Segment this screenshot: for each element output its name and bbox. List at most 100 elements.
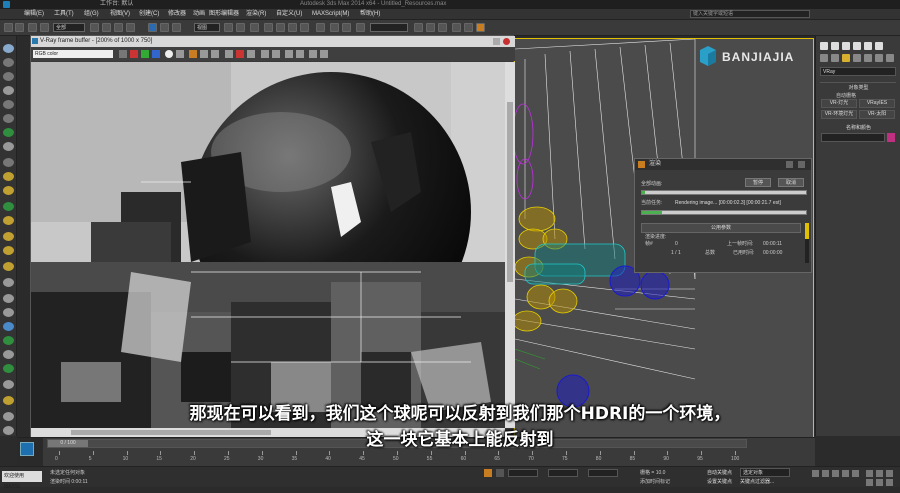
play-icon[interactable] [832, 470, 839, 477]
tool-icon[interactable] [3, 72, 14, 81]
color-correction-icon[interactable] [272, 50, 280, 58]
keyboard-shortcut-icon[interactable] [250, 23, 259, 32]
next-frame-icon[interactable] [842, 470, 849, 477]
selection-filter-select[interactable]: 全部 [53, 23, 85, 32]
curve-editor-icon[interactable] [414, 23, 423, 32]
show-pixel-info-icon[interactable] [285, 50, 293, 58]
light-type-select[interactable]: VRay [820, 67, 896, 76]
lights-icon[interactable] [842, 54, 850, 62]
dialog-scrollbar[interactable] [805, 223, 809, 263]
named-selection-icon[interactable] [316, 23, 325, 32]
scroll-thumb[interactable] [805, 223, 809, 239]
minimize-icon[interactable] [493, 38, 500, 45]
render-setup-icon[interactable] [452, 23, 461, 32]
stop-render-icon[interactable] [236, 50, 244, 58]
tool-icon[interactable] [3, 232, 14, 241]
motion-tab-icon[interactable] [853, 42, 861, 50]
absolute-mode-icon[interactable] [496, 469, 504, 477]
systems-icon[interactable] [886, 54, 894, 62]
track-mouse-icon[interactable] [247, 50, 255, 58]
scale-icon[interactable] [172, 23, 181, 32]
tool-icon[interactable] [3, 294, 14, 303]
cameras-icon[interactable] [853, 54, 861, 62]
tool-icon[interactable] [3, 114, 14, 123]
mono-icon[interactable] [176, 50, 184, 58]
tool-icon[interactable] [3, 128, 14, 137]
green-channel-icon[interactable] [141, 50, 149, 58]
snap-toggle-icon[interactable] [264, 23, 273, 32]
maxscript-listener[interactable]: 欢迎使用 MAXSc [2, 471, 42, 490]
unlink-icon[interactable] [40, 23, 49, 32]
vr-env-light-button[interactable]: VR-环境灯光 [821, 110, 857, 119]
tool-icon[interactable] [3, 308, 14, 317]
lut-icon[interactable] [320, 50, 328, 58]
mirror-icon[interactable] [330, 23, 339, 32]
menu-create[interactable]: 创建(C) [139, 9, 159, 20]
tool-icon[interactable] [3, 158, 14, 167]
key-target-select[interactable]: 选定对象 [740, 468, 790, 477]
move-icon[interactable] [148, 23, 157, 32]
menu-customize[interactable]: 自定义(U) [276, 9, 302, 20]
pause-button[interactable]: 暂停 [745, 178, 771, 187]
tool-icon[interactable] [3, 350, 14, 359]
align-icon[interactable] [342, 23, 351, 32]
menu-rendering[interactable]: 渲染(R) [246, 9, 266, 20]
redo-icon[interactable] [15, 23, 24, 32]
menu-help[interactable]: 帮助(H) [360, 9, 380, 20]
menu-edit[interactable]: 编辑(E) [24, 9, 44, 20]
viewport-config-icon[interactable] [20, 442, 34, 456]
key-filters-button[interactable]: 关键点过滤器... [740, 478, 774, 485]
go-end-icon[interactable] [852, 470, 859, 477]
modify-tab-icon[interactable] [831, 42, 839, 50]
geometry-icon[interactable] [820, 54, 828, 62]
menu-group[interactable]: 组(G) [84, 9, 99, 20]
save-image-icon[interactable] [119, 50, 127, 58]
region-render-icon[interactable] [225, 50, 233, 58]
frame-counter[interactable]: 0 / 100 [48, 440, 88, 447]
channel-select[interactable]: RGB color [33, 50, 113, 58]
clone-icon[interactable] [200, 50, 208, 58]
tool-icon[interactable] [3, 246, 14, 255]
tool-icon[interactable] [3, 142, 14, 151]
srgb-icon[interactable] [309, 50, 317, 58]
z-coord-field[interactable] [588, 469, 618, 477]
vr-sun-button[interactable]: VR-太阳 [859, 110, 895, 119]
utilities-tab-icon[interactable] [875, 42, 883, 50]
schematic-view-icon[interactable] [426, 23, 435, 32]
vfb-vertical-scrollbar[interactable] [505, 62, 515, 428]
lens-effects-icon[interactable] [261, 50, 269, 58]
tool-icon[interactable] [3, 262, 14, 271]
window-crossing-icon[interactable] [126, 23, 135, 32]
scroll-thumb[interactable] [507, 102, 513, 282]
app-icon[interactable] [3, 1, 10, 8]
track-bar[interactable]: 0 5 10 15 20 25 30 35 40 45 50 55 60 65 70 75 80 85 90 95 10… [55, 451, 739, 465]
open-file-icon[interactable] [189, 50, 197, 58]
menu-maxscript[interactable]: MAXScript(M) [312, 9, 349, 20]
menu-animation[interactable]: 动画 [193, 9, 205, 20]
tool-icon[interactable] [3, 202, 14, 211]
alpha-channel-icon[interactable] [165, 50, 173, 58]
set-key-button[interactable]: 设置关键点 [707, 478, 732, 485]
blue-channel-icon[interactable] [152, 50, 160, 58]
object-name-input[interactable] [821, 133, 885, 142]
spinner-snap-icon[interactable] [300, 23, 309, 32]
lock-icon[interactable] [484, 469, 492, 477]
auto-key-button[interactable]: 自动关键点 [707, 469, 732, 476]
tool-icon[interactable] [3, 100, 14, 109]
history-icon[interactable] [211, 50, 219, 58]
material-editor-icon[interactable] [438, 23, 447, 32]
display-tab-icon[interactable] [864, 42, 872, 50]
rendered-frame-window-icon[interactable] [464, 23, 473, 32]
rect-selection-icon[interactable] [114, 23, 123, 32]
add-time-tag[interactable]: 添加时间标记 [640, 478, 670, 485]
helpers-icon[interactable] [864, 54, 872, 62]
select-object-icon[interactable] [90, 23, 99, 32]
tool-icon[interactable] [3, 426, 14, 435]
tool-icon[interactable] [3, 186, 14, 195]
workspace-label[interactable]: 工作台: 默认 [100, 0, 133, 9]
common-params-header[interactable]: 公用参数 [641, 223, 801, 233]
tool-icon[interactable] [3, 172, 14, 181]
tool-icon[interactable] [3, 380, 14, 389]
tool-icon[interactable] [3, 336, 14, 345]
reference-coordinate-select[interactable]: 视图 [194, 23, 220, 32]
